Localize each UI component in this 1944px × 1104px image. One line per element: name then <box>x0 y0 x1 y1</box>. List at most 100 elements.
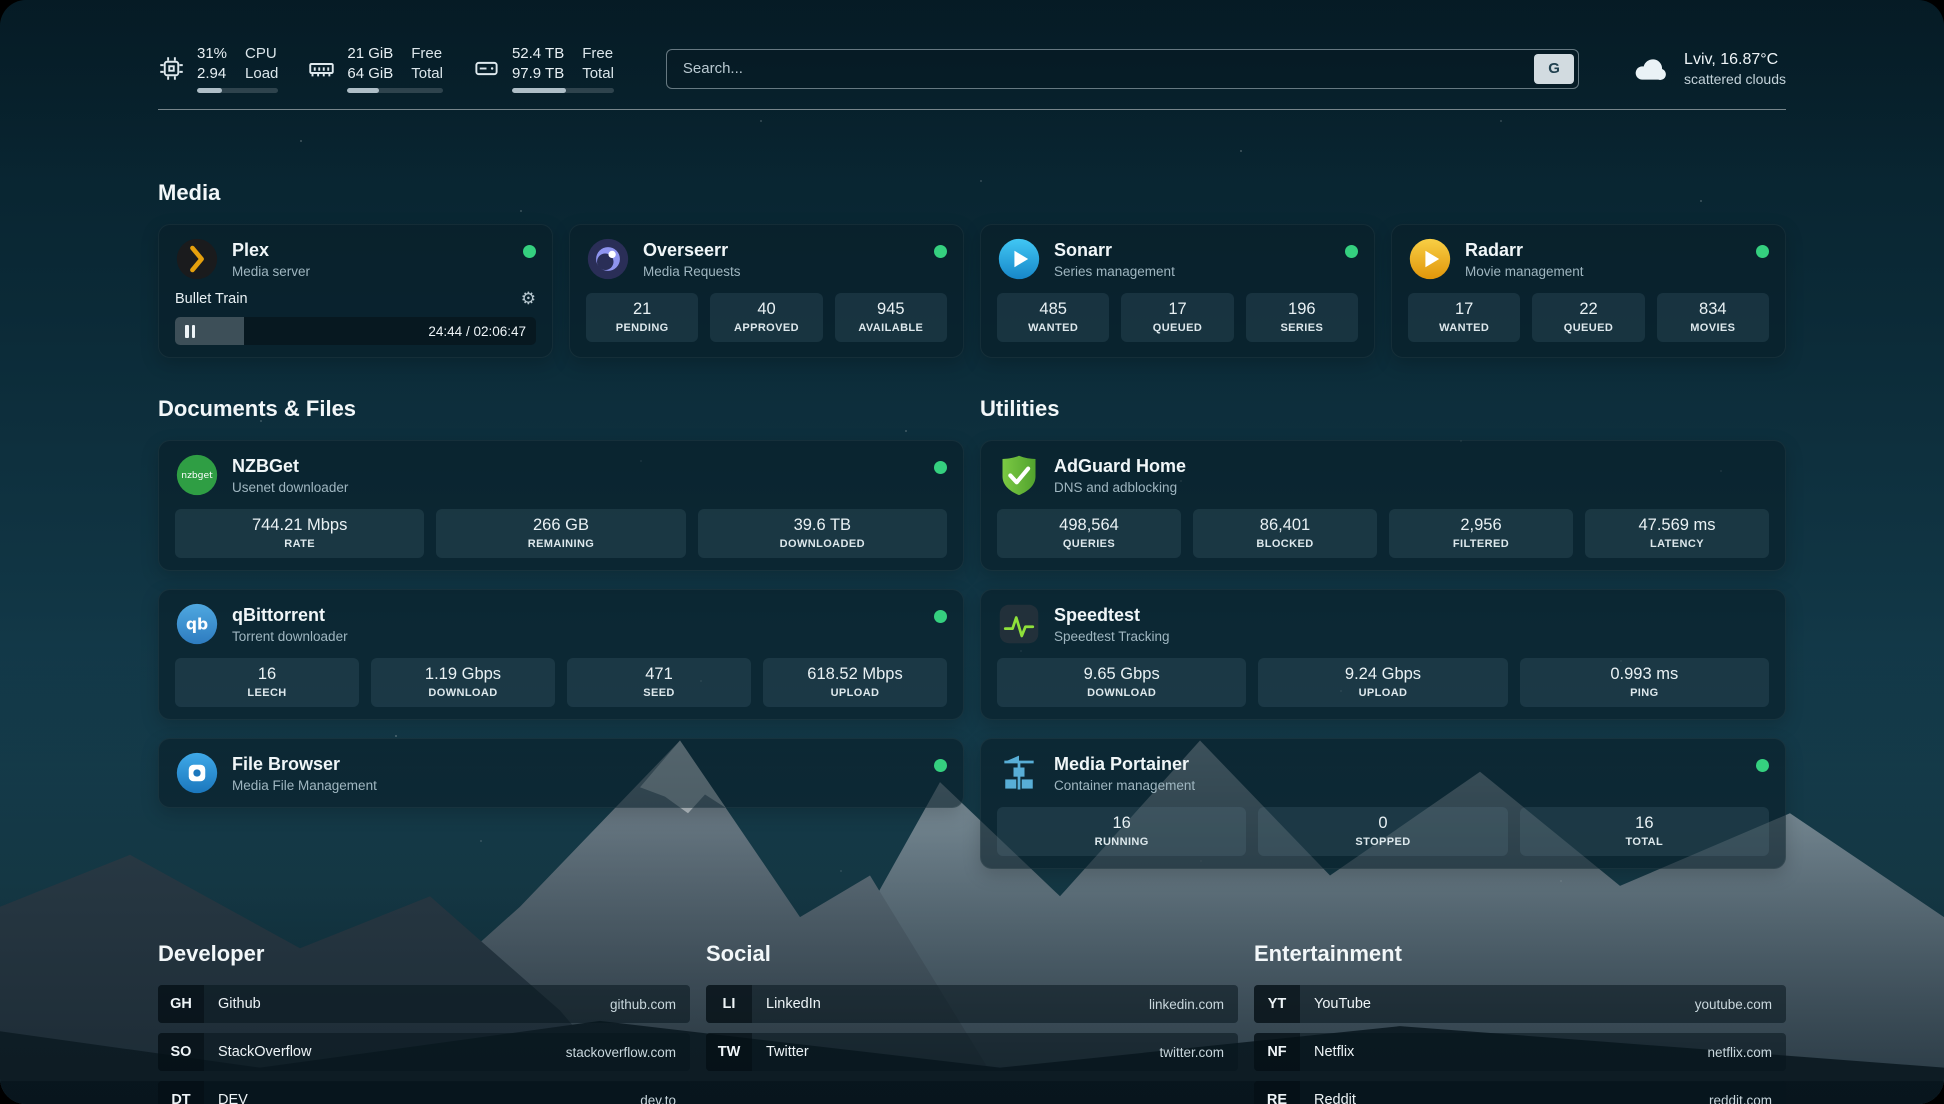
bookmark-url: netflix.com <box>1707 1045 1772 1060</box>
stat-box: 39.6 TB DOWNLOADED <box>698 509 947 558</box>
speedtest-icon <box>997 602 1041 646</box>
bookmark-name: Reddit <box>1314 1092 1356 1104</box>
stat-value: 744.21 Mbps <box>179 516 420 535</box>
bookmark-linkedin[interactable]: LI LinkedIn linkedin.com <box>706 985 1238 1023</box>
bookmark-abbr: LI <box>706 985 752 1023</box>
stat-value: 17 <box>1412 300 1516 319</box>
bookmark-github[interactable]: GH Github github.com <box>158 985 690 1023</box>
bookmark-netflix[interactable]: NF Netflix netflix.com <box>1254 1033 1786 1071</box>
stat-label: DOWNLOAD <box>375 687 551 699</box>
app-card-sonarr[interactable]: Sonarr Series management 485 WANTED 17 Q… <box>980 224 1375 358</box>
documents-column: Documents & Files nzbget NZBGet Usenet d… <box>158 396 964 808</box>
stat-value: 266 GB <box>440 516 681 535</box>
status-dot-online <box>1756 759 1769 772</box>
media-grid: Plex Media server Bullet Train ⚙ 24:44 /… <box>158 224 1786 358</box>
stat-value: 21 <box>590 300 694 319</box>
weather-widget[interactable]: Lviv, 16.87°C scattered clouds <box>1631 51 1786 87</box>
stat-box: 485 WANTED <box>997 293 1109 342</box>
bookmark-name: Github <box>218 996 261 1012</box>
app-name: Radarr <box>1465 240 1584 261</box>
bookmark-reddit[interactable]: RE Reddit reddit.com <box>1254 1081 1786 1104</box>
app-subtitle: Movie management <box>1465 264 1584 279</box>
bookmark-name: StackOverflow <box>218 1044 311 1060</box>
svg-text:nzbget: nzbget <box>181 470 213 481</box>
cpu-widget: 31% 2.94 CPU Load <box>158 44 278 93</box>
app-name: Sonarr <box>1054 240 1175 261</box>
stat-value: 1.19 Gbps <box>375 665 551 684</box>
stat-value: 945 <box>839 300 943 319</box>
status-dot-online <box>523 245 536 258</box>
entertainment-column: Entertainment YT YouTube youtube.com NF … <box>1254 941 1786 1104</box>
qbittorrent-icon: qb <box>175 602 219 646</box>
bookmark-url: dev.to <box>640 1093 676 1104</box>
stat-value: 40 <box>714 300 818 319</box>
bookmark-abbr: TW <box>706 1033 752 1071</box>
weather-location: Lviv, 16.87°C <box>1684 51 1786 69</box>
stat-box: 618.52 Mbps UPLOAD <box>763 658 947 707</box>
stat-label: REMAINING <box>440 538 681 550</box>
disk-widget: 52.4 TB 97.9 TB Free Total <box>473 44 614 93</box>
section-title-documents: Documents & Files <box>158 396 964 422</box>
app-card-nzbget[interactable]: nzbget NZBGet Usenet downloader 744.21 M… <box>158 440 964 571</box>
stat-box: 0 STOPPED <box>1258 807 1507 856</box>
app-card-speedtest[interactable]: Speedtest Speedtest Tracking 9.65 Gbps D… <box>980 589 1786 720</box>
bookmark-dev[interactable]: DT DEV dev.to <box>158 1081 690 1104</box>
disk-free: 52.4 TB <box>512 44 564 64</box>
app-card-adguard[interactable]: AdGuard Home DNS and adblocking 498,564 … <box>980 440 1786 571</box>
stat-label: RUNNING <box>1001 836 1242 848</box>
pause-icon[interactable] <box>185 325 195 338</box>
stat-box: 471 SEED <box>567 658 751 707</box>
stat-box: 498,564 QUERIES <box>997 509 1181 558</box>
memory-icon <box>308 55 335 82</box>
stat-value: 9.65 Gbps <box>1001 665 1242 684</box>
app-card-overseerr[interactable]: Overseerr Media Requests 21 PENDING 40 A… <box>569 224 964 358</box>
stat-box: 16 RUNNING <box>997 807 1246 856</box>
stat-box: 47.569 ms LATENCY <box>1585 509 1769 558</box>
app-name: File Browser <box>232 754 377 775</box>
status-dot-online <box>934 245 947 258</box>
now-playing-title: Bullet Train <box>175 291 248 307</box>
stat-box: 1.19 Gbps DOWNLOAD <box>371 658 555 707</box>
search-input[interactable] <box>667 50 1530 88</box>
stat-box: 16 LEECH <box>175 658 359 707</box>
bookmark-name: Netflix <box>1314 1044 1354 1060</box>
search-engine-button[interactable]: G <box>1534 54 1574 84</box>
app-card-portainer[interactable]: Media Portainer Container management 16 … <box>980 738 1786 869</box>
plex-icon <box>175 237 219 281</box>
svg-text:qb: qb <box>186 616 208 634</box>
disk-usage-fill <box>512 88 566 93</box>
stat-label: PING <box>1524 687 1765 699</box>
stat-label: DOWNLOAD <box>1001 687 1242 699</box>
app-subtitle: DNS and adblocking <box>1054 480 1186 495</box>
stat-value: 196 <box>1250 300 1354 319</box>
stat-value: 86,401 <box>1197 516 1373 535</box>
gear-icon[interactable]: ⚙ <box>521 289 536 309</box>
stat-box: 40 APPROVED <box>710 293 822 342</box>
app-name: Media Portainer <box>1054 754 1195 775</box>
app-name: Speedtest <box>1054 605 1170 626</box>
stat-value: 618.52 Mbps <box>767 665 943 684</box>
section-title-utilities: Utilities <box>980 396 1786 422</box>
adguard-icon <box>997 453 1041 497</box>
plex-seekbar[interactable]: 24:44 / 02:06:47 <box>175 317 536 345</box>
cloud-icon <box>1631 53 1671 85</box>
bookmark-stackoverflow[interactable]: SO StackOverflow stackoverflow.com <box>158 1033 690 1071</box>
bookmark-twitter[interactable]: TW Twitter twitter.com <box>706 1033 1238 1071</box>
bookmark-url: reddit.com <box>1709 1093 1772 1104</box>
bookmark-youtube[interactable]: YT YouTube youtube.com <box>1254 985 1786 1023</box>
topbar-divider <box>158 109 1786 110</box>
app-subtitle: Usenet downloader <box>232 480 348 495</box>
app-card-filebrowser[interactable]: File Browser Media File Management <box>158 738 964 808</box>
app-card-qbittorrent[interactable]: qb qBittorrent Torrent downloader 16 LEE… <box>158 589 964 720</box>
weather-condition: scattered clouds <box>1684 71 1786 87</box>
app-card-plex[interactable]: Plex Media server Bullet Train ⚙ 24:44 /… <box>158 224 553 358</box>
section-title-developer: Developer <box>158 941 690 967</box>
app-card-radarr[interactable]: Radarr Movie management 17 WANTED 22 QUE… <box>1391 224 1786 358</box>
stat-box: 21 PENDING <box>586 293 698 342</box>
playback-time: 24:44 / 02:06:47 <box>428 324 526 339</box>
stat-value: 39.6 TB <box>702 516 943 535</box>
stat-box: 86,401 BLOCKED <box>1193 509 1377 558</box>
section-title-media: Media <box>158 180 1786 206</box>
bookmark-url: youtube.com <box>1695 997 1772 1012</box>
stat-box: 196 SERIES <box>1246 293 1358 342</box>
